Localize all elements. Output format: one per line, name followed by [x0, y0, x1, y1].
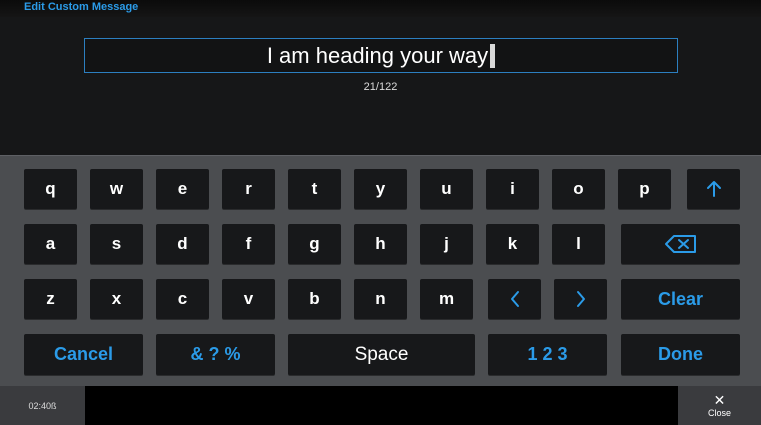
key-i[interactable]: i: [486, 169, 539, 209]
key-k[interactable]: k: [486, 224, 539, 264]
key-n[interactable]: n: [354, 279, 407, 319]
close-icon: ✕: [713, 392, 726, 408]
cursor-left-key[interactable]: [488, 279, 541, 319]
key-e[interactable]: e: [156, 169, 209, 209]
status-bar: [0, 386, 761, 425]
key-b[interactable]: b: [288, 279, 341, 319]
key-l[interactable]: l: [552, 224, 605, 264]
done-button[interactable]: Done: [621, 334, 740, 375]
key-r[interactable]: r: [222, 169, 275, 209]
chevron-left-icon: [510, 291, 519, 307]
message-editor: I am heading your way 21/122: [0, 17, 761, 155]
cursor-right-key[interactable]: [554, 279, 607, 319]
numbers-key[interactable]: 1 2 3: [488, 334, 607, 375]
key-a[interactable]: a: [24, 224, 77, 264]
backspace-icon: [664, 235, 696, 253]
key-j[interactable]: j: [420, 224, 473, 264]
key-u[interactable]: u: [420, 169, 473, 209]
symbols-key[interactable]: & ? %: [156, 334, 275, 375]
key-o[interactable]: o: [552, 169, 605, 209]
message-input[interactable]: I am heading your way: [84, 38, 678, 73]
shift-key[interactable]: [687, 169, 740, 209]
backspace-key[interactable]: [621, 224, 740, 264]
key-x[interactable]: x: [90, 279, 143, 319]
key-z[interactable]: z: [24, 279, 77, 319]
on-screen-keyboard: q w e r t y u i o p a s d f g h j k l z …: [0, 155, 761, 387]
window-title: Edit Custom Message: [24, 1, 139, 13]
key-c[interactable]: c: [156, 279, 209, 319]
space-key[interactable]: Space: [288, 334, 475, 375]
key-f[interactable]: f: [222, 224, 275, 264]
key-p[interactable]: p: [618, 169, 671, 209]
message-text: I am heading your way: [266, 42, 489, 68]
key-q[interactable]: q: [24, 169, 77, 209]
text-cursor: [490, 43, 496, 68]
key-h[interactable]: h: [354, 224, 407, 264]
close-label: Close: [707, 408, 731, 418]
key-s[interactable]: s: [90, 224, 143, 264]
character-counter: 21/122: [363, 81, 398, 93]
chevron-right-icon: [576, 291, 585, 307]
key-t[interactable]: t: [288, 169, 341, 209]
key-d[interactable]: d: [156, 224, 209, 264]
arrow-up-icon: [706, 181, 721, 197]
key-g[interactable]: g: [288, 224, 341, 264]
clear-button[interactable]: Clear: [621, 279, 740, 319]
title-bar: Edit Custom Message: [0, 0, 761, 17]
clock: 02:40ß: [0, 386, 85, 425]
key-v[interactable]: v: [222, 279, 275, 319]
key-w[interactable]: w: [90, 169, 143, 209]
key-m[interactable]: m: [420, 279, 473, 319]
key-y[interactable]: y: [354, 169, 407, 209]
close-button[interactable]: ✕ Close: [678, 386, 761, 425]
cancel-button[interactable]: Cancel: [24, 334, 143, 375]
